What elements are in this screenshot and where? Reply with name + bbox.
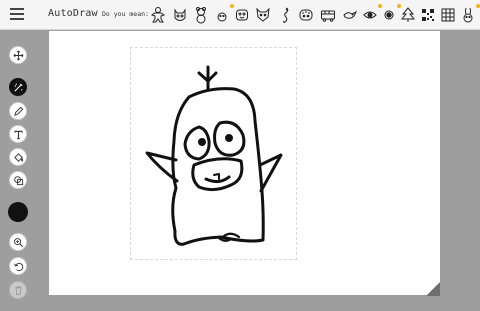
hand-drawn-sketch [145, 65, 283, 246]
seahorse-icon [283, 7, 289, 23]
left-toolbar [0, 30, 36, 311]
rabbit-icon [463, 7, 473, 23]
suggestion-grid-pattern[interactable] [440, 6, 456, 24]
type-icon [13, 130, 23, 139]
cat-face-icon [174, 8, 186, 21]
autodraw-tool-button[interactable] [9, 78, 27, 96]
grid-pattern-icon [441, 8, 455, 22]
shape-tool-button[interactable] [9, 171, 27, 189]
zoom-tool-button[interactable] [9, 233, 27, 251]
suggestion-strip [148, 4, 480, 26]
undo-icon [13, 262, 23, 271]
move-tool-button[interactable] [9, 46, 27, 64]
teddy-bear-icon [196, 7, 206, 24]
suggestion-seahorse[interactable] [277, 6, 293, 24]
suggestion-tiger-face[interactable] [298, 6, 314, 24]
app-title: AutoDraw [48, 8, 98, 19]
suggestion-bus[interactable] [320, 6, 336, 24]
autodraw-icon [13, 82, 23, 92]
gingerbread-man-icon [150, 7, 166, 23]
color-picker-button[interactable] [8, 202, 28, 222]
undo-button[interactable] [9, 257, 27, 275]
eye-icon [363, 11, 377, 19]
fill-tool-button[interactable] [9, 148, 27, 166]
tiger-face-icon [299, 9, 313, 21]
suggestion-teddy-bear[interactable] [193, 6, 209, 24]
suggestion-bear-face[interactable] [234, 6, 250, 24]
delete-button[interactable] [9, 281, 27, 299]
fox-face-icon [256, 7, 270, 22]
delete-icon [14, 285, 22, 295]
top-bar: AutoDraw Do you mean: [0, 0, 480, 30]
zoom-icon [13, 237, 23, 247]
suggestion-gingerbread-man[interactable] [150, 6, 166, 24]
hamburger-menu-icon[interactable] [10, 8, 24, 20]
qr-pattern-icon [422, 9, 434, 21]
tree-icon [400, 7, 416, 22]
draw-icon [13, 106, 23, 116]
dog-face-icon [217, 12, 227, 22]
suggestion-qr-pattern[interactable] [420, 6, 436, 24]
suggestion-bird[interactable] [342, 6, 358, 24]
suggestion-fox-face[interactable] [255, 6, 271, 24]
suggestion-dog-face[interactable] [214, 4, 234, 24]
fill-icon [13, 152, 23, 162]
suggestion-eye-dark[interactable] [381, 4, 401, 24]
eye-dark-icon [384, 10, 394, 20]
new-badge [476, 4, 480, 8]
bus-icon [321, 10, 335, 22]
bird-icon [343, 10, 358, 19]
move-icon [13, 50, 23, 60]
suggestion-rabbit[interactable] [460, 4, 480, 24]
type-tool-button[interactable] [9, 125, 27, 143]
bear-face-icon [236, 9, 248, 21]
suggestion-label: Do you mean: [102, 10, 149, 18]
suggestion-cat-face[interactable] [172, 6, 188, 24]
suggestion-tree[interactable] [400, 6, 416, 24]
suggestion-eye[interactable] [362, 4, 382, 24]
shape-icon [13, 175, 23, 185]
draw-tool-button[interactable] [9, 102, 27, 120]
canvas-resize-handle-icon[interactable] [426, 282, 440, 296]
